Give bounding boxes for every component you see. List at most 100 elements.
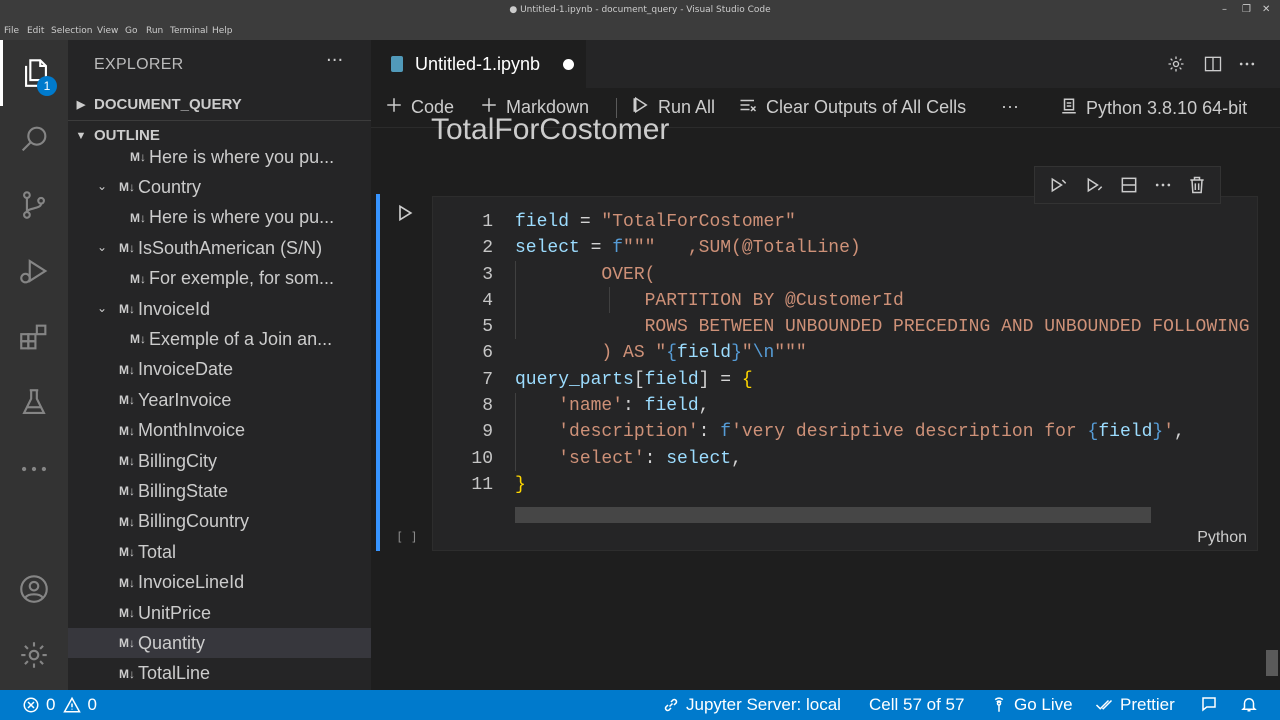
accounts-activity[interactable] xyxy=(0,556,68,622)
minimize-button[interactable]: – xyxy=(1222,4,1227,15)
outline-item[interactable]: M↓ TotalLine xyxy=(68,659,371,689)
clear-outputs-button[interactable]: Clear Outputs of All Cells xyxy=(738,96,966,119)
outline-item[interactable]: M↓ Here is where you pu... xyxy=(68,203,371,233)
code-cell[interactable]: 1 field = "TotalForCostomer" 2 select = f""… xyxy=(432,196,1258,551)
outline-item[interactable]: M↓ BillingCity xyxy=(68,446,371,476)
outline-item[interactable]: M↓ For exemple, for som... xyxy=(68,264,371,294)
extensions-activity[interactable] xyxy=(0,304,68,370)
outline-item[interactable]: ⌄ M↓ InvoiceId xyxy=(68,294,371,324)
code-token: 'name' xyxy=(558,396,624,417)
code-line[interactable]: 2 select = f""" ,SUM(@TotalLine) xyxy=(433,235,1259,261)
notebook-file-icon xyxy=(391,56,403,72)
code-line[interactable]: 4 PARTITION BY @CustomerId xyxy=(433,288,1259,314)
code-token: ) AS " xyxy=(515,343,667,364)
source-control-activity[interactable] xyxy=(0,172,68,238)
tab-untitled-notebook[interactable]: Untitled-1.ipynb xyxy=(371,40,586,88)
code-line-text: query_parts[field] = { xyxy=(515,367,1257,393)
outline-item[interactable]: M↓ Total xyxy=(68,537,371,567)
code-line[interactable]: 9 'description': f'very desriptive descr… xyxy=(433,419,1259,445)
maximize-button[interactable]: ❐ xyxy=(1242,4,1251,15)
outline-item[interactable]: M↓ BillingCountry xyxy=(68,507,371,537)
explorer-activity[interactable]: 1 xyxy=(0,40,68,106)
folder-section-header[interactable]: ▶ DOCUMENT_QUERY xyxy=(68,89,371,119)
line-number: 8 xyxy=(482,396,493,417)
prettier-status[interactable]: Prettier xyxy=(1094,695,1175,715)
code-line-text: 'description': f'very desriptive descrip… xyxy=(515,419,1257,445)
horizontal-scrollbar[interactable] xyxy=(515,507,1151,523)
account-icon xyxy=(20,575,48,603)
outline-item[interactable]: M↓ InvoiceDate xyxy=(68,355,371,385)
outline-item[interactable]: M↓ YearInvoice xyxy=(68,385,371,415)
outline-item[interactable]: M↓ InvoiceLineId xyxy=(68,568,371,598)
split-cell-button[interactable] xyxy=(1119,175,1139,195)
code-token: "TotalForCostomer" xyxy=(601,212,796,232)
cell-more-button[interactable] xyxy=(1153,175,1173,195)
manage-activity[interactable] xyxy=(0,622,68,688)
testing-activity[interactable] xyxy=(0,370,68,436)
notifications-button[interactable] xyxy=(1240,695,1264,713)
run-debug-activity[interactable] xyxy=(0,238,68,304)
menu-go[interactable]: Go xyxy=(125,26,137,36)
menu-edit[interactable]: Edit xyxy=(27,26,44,36)
code-line[interactable]: 8 'name': field, xyxy=(433,393,1259,419)
code-token: 'select' xyxy=(558,448,645,469)
cell-position[interactable]: Cell 57 of 57 xyxy=(869,695,964,715)
line-number: 6 xyxy=(482,343,493,364)
execute-below-button[interactable] xyxy=(1084,175,1106,195)
code-line[interactable]: 1 field = "TotalForCostomer" xyxy=(433,209,1259,235)
clear-outputs-label: Clear Outputs of All Cells xyxy=(766,97,967,117)
menu-run[interactable]: Run xyxy=(146,26,163,36)
menu-terminal[interactable]: Terminal xyxy=(170,26,208,36)
code-line-text: ROWS BETWEEN UNBOUNDED PRECEDING AND UNB… xyxy=(515,314,1257,340)
code-line[interactable]: 11} xyxy=(433,472,1259,498)
cell-language[interactable]: Python xyxy=(1197,529,1247,547)
outline-item[interactable]: ⌄ M↓ Country xyxy=(68,172,371,202)
vertical-scrollbar-thumb[interactable] xyxy=(1266,650,1278,676)
code-token: { xyxy=(1087,422,1099,443)
chevron-down-icon[interactable]: ⌄ xyxy=(97,240,107,254)
outline-item[interactable]: M↓ UnitPrice xyxy=(68,598,371,628)
code-editor[interactable]: 1 field = "TotalForCostomer" 2 select = f""… xyxy=(433,209,1259,498)
markdown-icon: M↓ xyxy=(119,362,135,377)
code-line[interactable]: 7 query_parts[field] = { xyxy=(433,367,1259,393)
code-line[interactable]: 3 OVER( xyxy=(433,262,1259,288)
jupyter-server-status[interactable]: Jupyter Server: local xyxy=(662,695,841,715)
error-count: 0 xyxy=(46,695,56,714)
sidebar-more-button[interactable]: ··· xyxy=(326,50,343,71)
outline-item[interactable]: M↓ Exemple of a Join an... xyxy=(68,324,371,354)
code-line[interactable]: 10 'select': select, xyxy=(433,446,1259,472)
outline-item[interactable]: ⌄ M↓ IsSouthAmerican (S/N) xyxy=(68,233,371,263)
go-live-button[interactable]: Go Live xyxy=(990,695,1073,715)
markdown-icon: M↓ xyxy=(130,271,146,286)
toolbar-more-button[interactable]: ··· xyxy=(1001,96,1019,117)
run-cell-button[interactable] xyxy=(395,203,415,227)
search-activity[interactable] xyxy=(0,106,68,172)
menu-selection[interactable]: Selection xyxy=(51,26,92,36)
more-icon xyxy=(21,466,47,472)
outline-item-label: UnitPrice xyxy=(138,602,212,623)
chevron-down-icon[interactable]: ⌄ xyxy=(97,179,107,193)
outline-item[interactable]: M↓ MonthInvoice xyxy=(68,416,371,446)
kernel-picker[interactable]: Python 3.8.10 64-bit xyxy=(1060,96,1247,121)
editor-more-button[interactable] xyxy=(1237,54,1257,78)
outline-item[interactable]: M↓ Quantity xyxy=(68,628,371,659)
execute-above-button[interactable] xyxy=(1048,175,1070,195)
menu-file[interactable]: File xyxy=(4,26,19,36)
outline-item[interactable]: M↓ BillingState xyxy=(68,476,371,506)
more-activity[interactable] xyxy=(0,436,68,502)
menu-help[interactable]: Help xyxy=(212,26,233,36)
delete-cell-button[interactable] xyxy=(1187,175,1207,195)
unsaved-dot-icon[interactable] xyxy=(563,59,574,70)
code-line[interactable]: 6 ) AS "{field}"\n""" xyxy=(433,340,1259,366)
menu-view[interactable]: View xyxy=(97,26,118,36)
chevron-down-icon[interactable]: ⌄ xyxy=(97,301,107,315)
problems-indicator[interactable]: 0 0 xyxy=(22,695,97,715)
close-button[interactable]: ✕ xyxy=(1262,4,1270,15)
outline-item[interactable]: M↓ Here is where you pu... xyxy=(68,142,371,172)
notebook-settings-button[interactable] xyxy=(1166,54,1186,78)
code-line[interactable]: 5 ROWS BETWEEN UNBOUNDED PRECEDING AND U… xyxy=(433,314,1259,340)
split-editor-button[interactable] xyxy=(1203,54,1223,78)
outline-item-label: Here is where you pu... xyxy=(149,146,335,167)
feedback-button[interactable] xyxy=(1200,695,1224,713)
plus-icon xyxy=(385,96,403,119)
